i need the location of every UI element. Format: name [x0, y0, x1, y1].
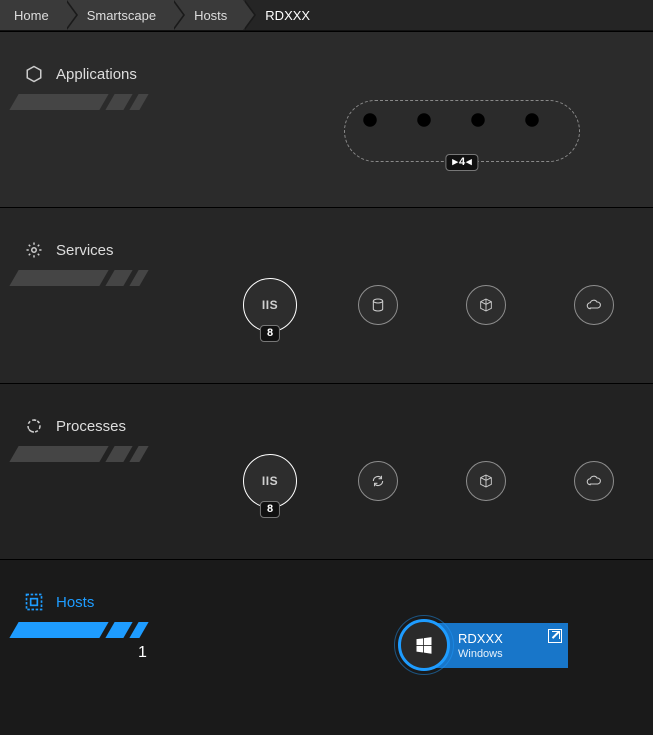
services-title: Services [56, 242, 114, 259]
node-count-badge: 8 [260, 501, 280, 518]
layer-services: Services IIS 8 [0, 207, 653, 383]
processes-title: Processes [56, 418, 126, 435]
hosts-stripe [14, 622, 164, 640]
service-database-node[interactable] [358, 285, 398, 325]
host-card[interactable]: RDXXX Windows [436, 623, 568, 668]
process-iis-node[interactable]: IIS 8 [243, 454, 297, 508]
host-icon [24, 592, 44, 612]
applications-stripe [14, 94, 164, 112]
breadcrumb-home[interactable]: Home [0, 0, 65, 30]
service-cloud-node[interactable] [574, 285, 614, 325]
process-cube-node[interactable] [466, 461, 506, 501]
host-node[interactable]: RDXXX Windows [398, 619, 568, 671]
host-os: Windows [458, 648, 538, 660]
layer-processes: Processes IIS 8 [0, 383, 653, 559]
cluster-count-badge[interactable]: 4 [445, 154, 478, 171]
process-refresh-node[interactable] [358, 461, 398, 501]
host-name: RDXXX [458, 631, 538, 646]
web-app-node[interactable] [523, 111, 563, 151]
windows-icon [398, 619, 450, 671]
web-app-node[interactable] [469, 111, 509, 151]
open-external-icon[interactable] [548, 629, 562, 643]
layer-applications: Applications 4 [0, 31, 653, 207]
web-app-node[interactable] [361, 111, 401, 151]
hosts-title: Hosts [56, 594, 94, 611]
web-app-node[interactable] [415, 111, 455, 151]
hexagon-icon [24, 64, 44, 84]
breadcrumb: Home Smartscape Hosts RDXXX [0, 0, 653, 31]
processes-stripe [14, 446, 164, 464]
processes-label: Processes [24, 416, 126, 436]
services-stripe [14, 270, 164, 288]
process-cloud-node[interactable] [574, 461, 614, 501]
applications-label: Applications [24, 64, 137, 84]
hosts-count: 1 [138, 644, 147, 662]
hosts-label: Hosts [24, 592, 94, 612]
applications-title: Applications [56, 66, 137, 83]
service-cube-node[interactable] [466, 285, 506, 325]
node-count-badge: 8 [260, 325, 280, 342]
layer-hosts: Hosts 1 RDXXX Windows [0, 559, 653, 735]
applications-cluster[interactable]: 4 [344, 100, 580, 162]
breadcrumb-smartscape[interactable]: Smartscape [65, 0, 172, 30]
services-label: Services [24, 240, 114, 260]
service-iis-node[interactable]: IIS 8 [243, 278, 297, 332]
gear-icon [24, 240, 44, 260]
cycle-icon [24, 416, 44, 436]
